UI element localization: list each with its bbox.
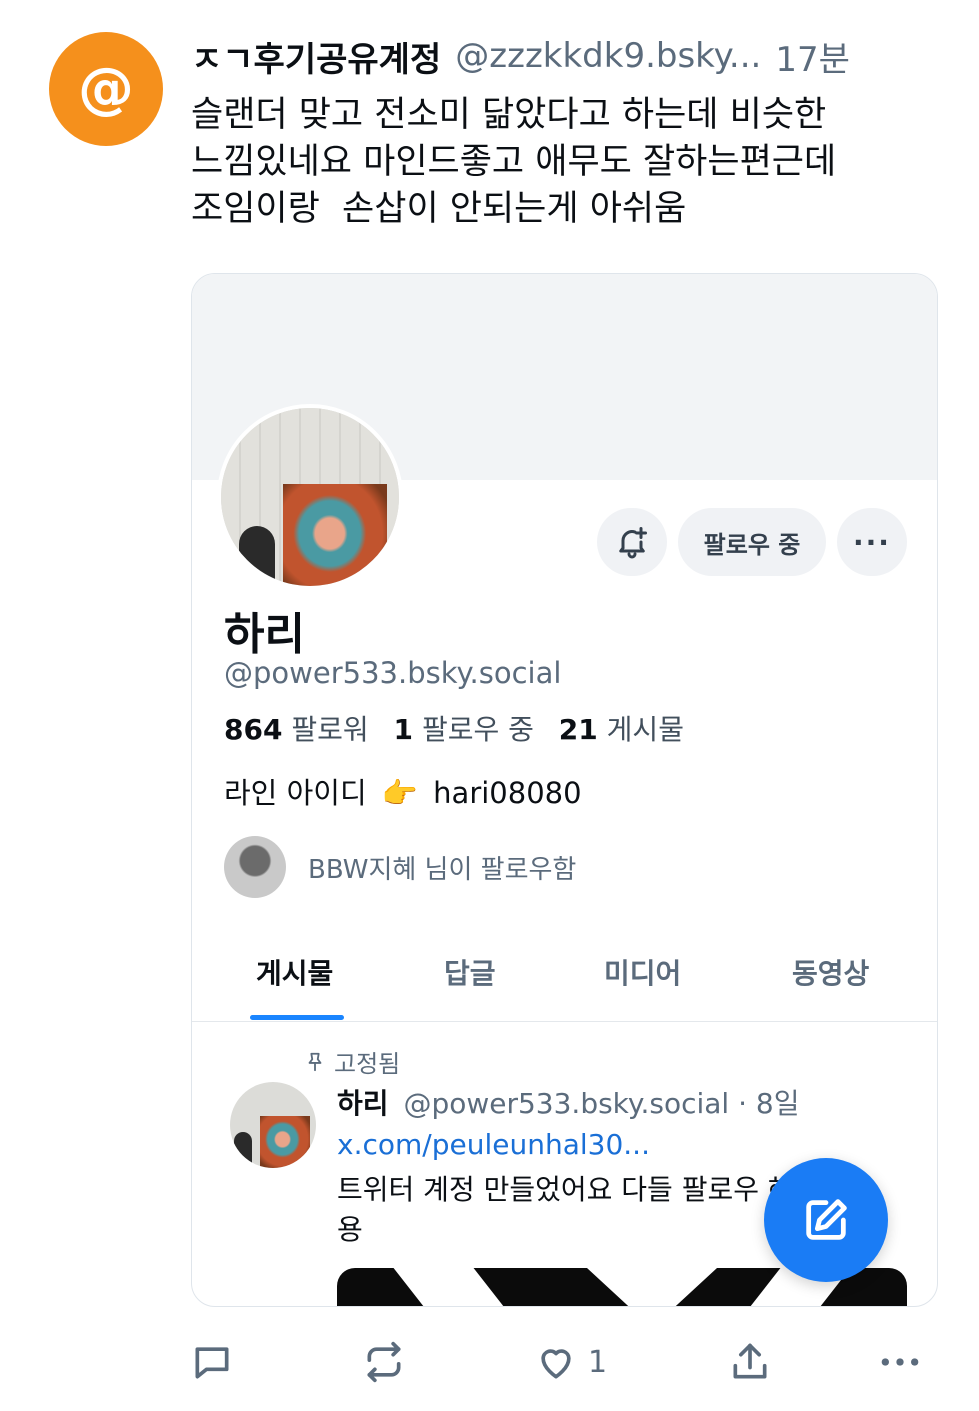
notify-button[interactable]: [597, 508, 667, 576]
profile-avatar[interactable]: [217, 404, 403, 590]
pinned-post-name[interactable]: 하리: [337, 1087, 389, 1120]
profile-handle: @power533.bsky.social: [224, 656, 562, 690]
posts-count: 21: [558, 713, 598, 746]
bell-plus-icon: [619, 527, 647, 559]
author-avatar[interactable]: @: [49, 32, 163, 146]
profile-tabs: 게시물 답글 미디어 동영상: [192, 944, 937, 1022]
embedded-profile-card[interactable]: 팔로우 중 ··· 하리 @power533.bsky.social 864 팔…: [191, 273, 938, 1307]
followers-label[interactable]: 팔로워: [291, 713, 368, 746]
pin-icon: [308, 1052, 322, 1071]
compose-button[interactable]: [764, 1158, 888, 1282]
following-label[interactable]: 팔로우 중: [422, 713, 534, 746]
active-tab-indicator: [250, 1015, 344, 1020]
following-count[interactable]: 1: [394, 713, 413, 746]
repost-button[interactable]: [362, 1340, 406, 1384]
followed-by-text: BBW지혜 님이 팔로우함: [308, 854, 577, 885]
pinned-post-header: 하리 @power533.bsky.social · 8일: [337, 1082, 800, 1122]
post-time: 17분: [775, 39, 850, 79]
bio-prefix: 라인 아이디: [224, 776, 367, 810]
profile-display-name: 하리: [224, 609, 305, 660]
at-sign-icon: @: [78, 56, 134, 121]
follower-avatar: [224, 836, 286, 898]
tab-posts[interactable]: 게시물: [256, 952, 333, 992]
profile-bio: 라인 아이디 👉 hari08080: [224, 770, 582, 812]
post-actions: 1: [0, 1334, 979, 1394]
posts-label: 게시물: [606, 713, 684, 746]
comment-icon: [195, 1347, 229, 1379]
tab-videos[interactable]: 동영상: [792, 952, 869, 992]
reply-button[interactable]: [190, 1340, 234, 1384]
more-options-button[interactable]: ···: [837, 508, 907, 576]
pinned-post-text-line2: 용: [337, 1213, 363, 1246]
following-button[interactable]: 팔로우 중: [678, 508, 826, 576]
author-handle[interactable]: @zzzkkdk9.bsky...: [455, 36, 761, 76]
like-button[interactable]: 1: [534, 1340, 607, 1384]
tab-replies[interactable]: 답글: [444, 952, 496, 992]
share-button[interactable]: [728, 1340, 772, 1384]
pointing-hand-icon: 👉: [381, 776, 418, 810]
tab-media[interactable]: 미디어: [604, 952, 681, 992]
pinned-post-meta: @power533.bsky.social · 8일: [403, 1087, 800, 1120]
bio-line-id: hari08080: [433, 776, 582, 810]
author-name[interactable]: ㅈㄱ후기공유계정: [191, 34, 441, 79]
followers-count[interactable]: 864: [224, 713, 282, 746]
more-actions-button[interactable]: [878, 1340, 922, 1384]
profile-stats: 864 팔로워 1 팔로우 중 21 게시물: [224, 708, 700, 748]
pinned-indicator: 고정됨: [304, 1044, 400, 1079]
pinned-post-link[interactable]: x.com/peuleunhal30...: [337, 1128, 650, 1161]
post-body: 슬랜더 맞고 전소미 닮았다고 하는데 비슷한 느낌있네요 마인드좋고 애무도 …: [191, 95, 837, 229]
like-count: 1: [588, 1344, 608, 1380]
post-header: ㅈㄱ후기공유계정 @zzzkkdk9.bsky... 17분: [191, 34, 951, 78]
pinned-label: 고정됨: [334, 1050, 401, 1078]
repost-icon: [367, 1341, 401, 1383]
ellipsis-icon: [881, 1358, 919, 1366]
pencil-square-icon: [806, 1199, 847, 1240]
heart-icon: [541, 1349, 571, 1379]
share-icon: [733, 1343, 767, 1379]
post: @ ㅈㄱ후기공유계정 @zzzkkdk9.bsky... 17분 슬랜더 맞고 …: [0, 0, 979, 1411]
followed-by-row[interactable]: BBW지혜 님이 팔로우함: [224, 834, 576, 900]
pinned-post-avatar[interactable]: [230, 1082, 316, 1168]
